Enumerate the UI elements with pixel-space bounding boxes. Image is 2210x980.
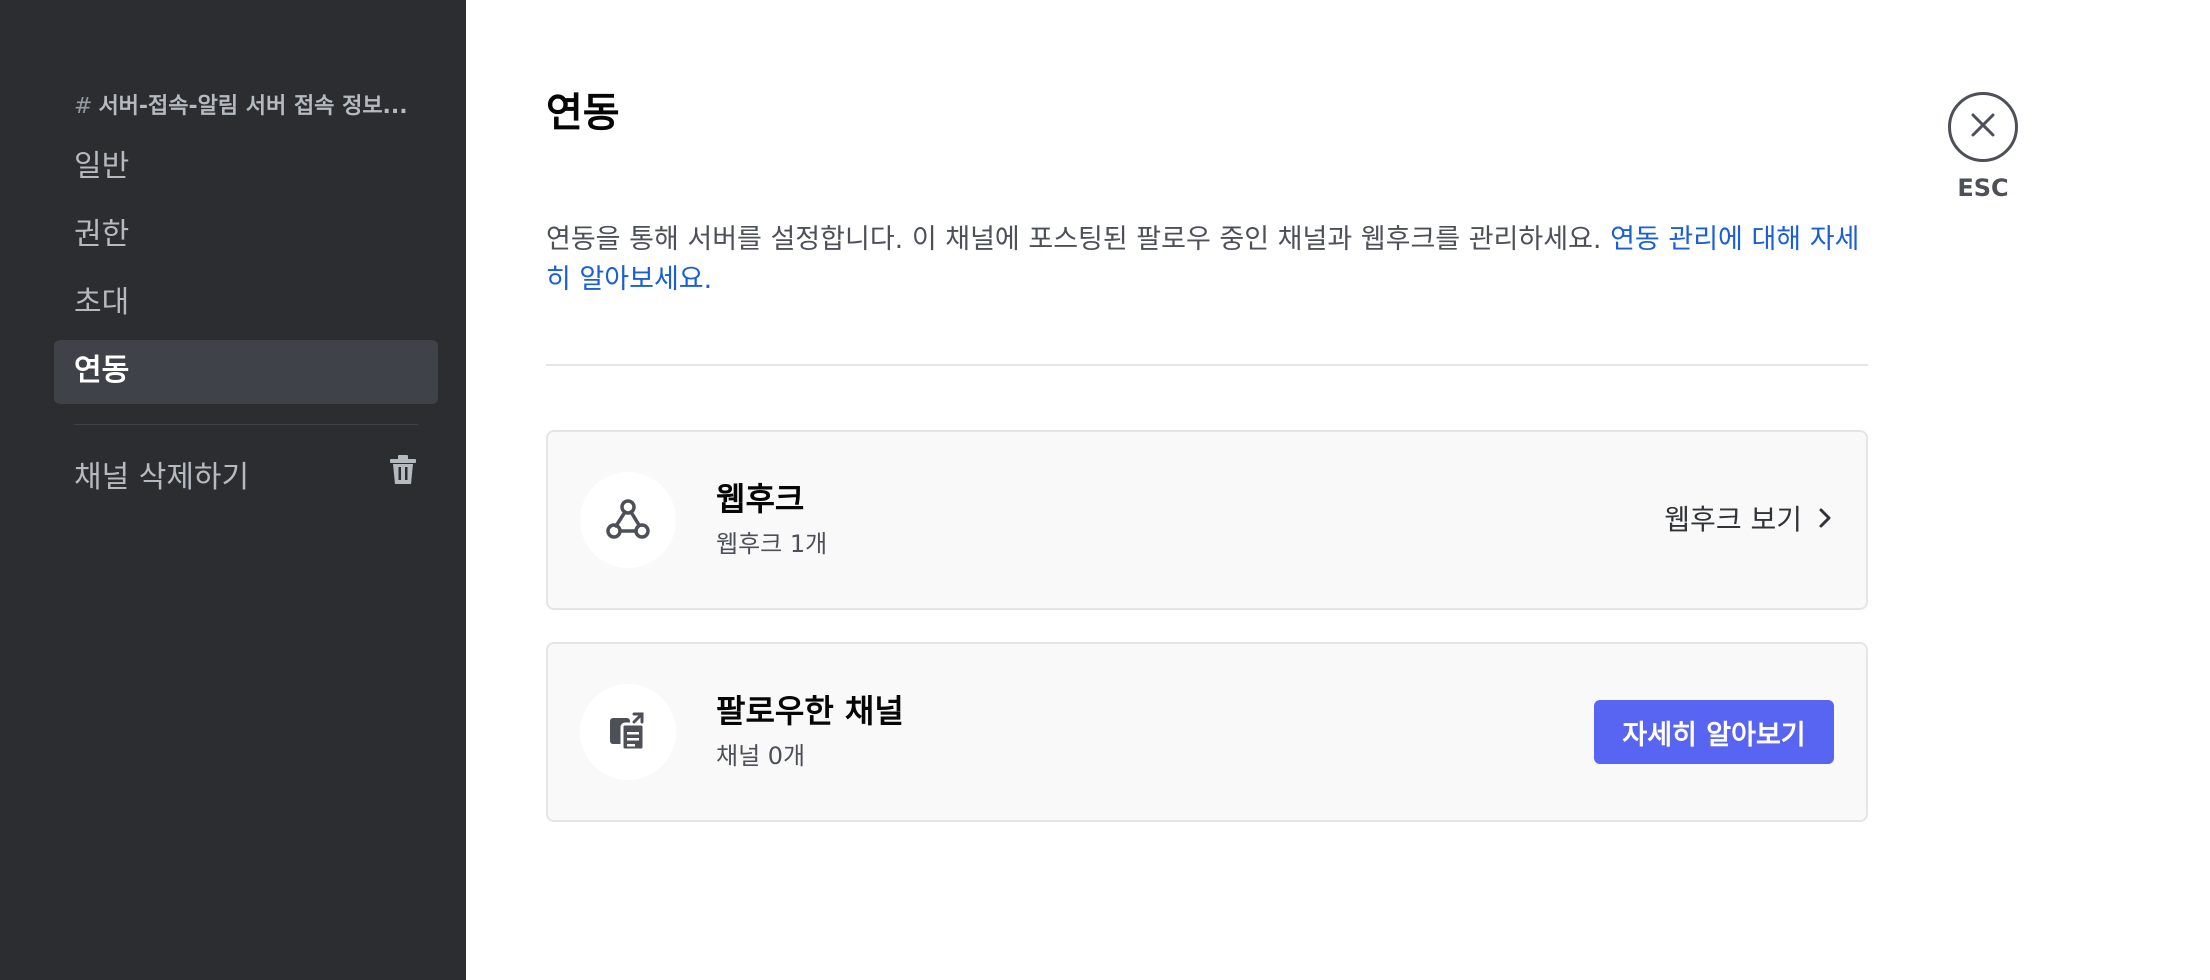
card-subtitle: 채널 0개	[716, 742, 806, 770]
content-divider	[546, 364, 1868, 366]
followed-channel-icon	[580, 684, 676, 780]
webhook-icon	[580, 472, 676, 568]
sidebar-item-invites[interactable]: 초대	[54, 272, 438, 336]
integrations-content: 연동 연동을 통해 서버를 설정합니다. 이 채널에 포스팅된 팔로우 중인 채…	[466, 0, 2210, 980]
sidebar-divider	[74, 424, 418, 425]
card-subtitle: 웹후크 1개	[716, 530, 828, 558]
close-button[interactable]	[1948, 92, 2018, 162]
sidebar-item-label: 초대	[74, 285, 130, 320]
close-control: ESC	[1946, 92, 2020, 202]
sidebar-item-permissions[interactable]: 권한	[54, 204, 438, 268]
esc-label: ESC	[1957, 174, 2009, 202]
chevron-right-icon	[1818, 500, 1832, 540]
webhooks-card[interactable]: 웹후크 웹후크 1개 웹후크 보기	[546, 430, 1868, 610]
hash-icon: #	[74, 94, 93, 119]
sidebar-item-label: 권한	[74, 217, 130, 252]
sidebar-item-label: 연동	[74, 353, 130, 388]
view-webhooks-label: 웹후크 보기	[1664, 503, 1802, 536]
description-text: 연동을 통해 서버를 설정합니다. 이 채널에 포스팅된 팔로우 중인 채널과 …	[546, 224, 1602, 255]
card-title: 웹후크	[716, 480, 805, 518]
page-title: 연동	[546, 90, 620, 136]
view-webhooks-button[interactable]: 웹후크 보기	[1664, 500, 1832, 540]
close-icon	[1970, 112, 1996, 142]
card-title: 팔로우한 채널	[716, 692, 904, 730]
settings-sidebar: # 서버-접속-알림 서버 접속 정보... 일반 권한 초대 연동 채널 삭제하…	[0, 0, 466, 980]
trash-icon	[390, 455, 416, 493]
sidebar-item-label: 일반	[74, 149, 130, 184]
delete-channel-button[interactable]: 채널 삭제하기	[54, 442, 438, 506]
delete-channel-label: 채널 삭제하기	[74, 460, 250, 495]
channel-heading: # 서버-접속-알림 서버 접속 정보...	[74, 92, 424, 122]
sidebar-item-general[interactable]: 일반	[54, 136, 438, 200]
channel-heading-label: 서버-접속-알림 서버 접속 정보...	[98, 94, 408, 119]
followed-channels-card[interactable]: 팔로우한 채널 채널 0개 자세히 알아보기	[546, 642, 1868, 822]
learn-more-button[interactable]: 자세히 알아보기	[1594, 700, 1834, 764]
sidebar-item-integrations[interactable]: 연동	[54, 340, 438, 404]
page-description: 연동을 통해 서버를 설정합니다. 이 채널에 포스팅된 팔로우 중인 채널과 …	[546, 220, 1866, 300]
